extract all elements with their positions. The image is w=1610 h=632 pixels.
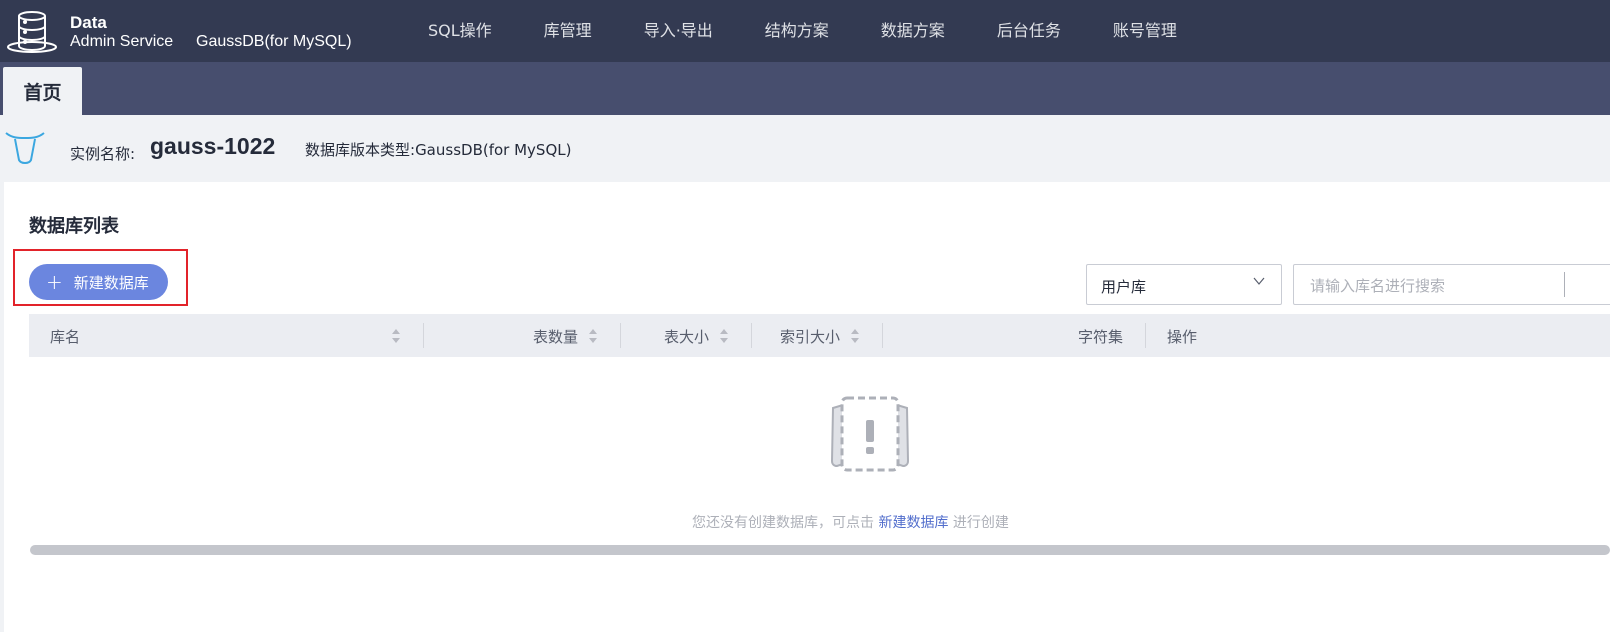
nav-sql-operations[interactable]: SQL操作 xyxy=(428,19,492,43)
new-database-button-label: 新建数据库 xyxy=(73,273,149,292)
empty-text-before: 您还没有创建数据库，可点击 xyxy=(692,515,879,531)
sort-icon[interactable] xyxy=(588,327,598,345)
product-name: GaussDB(for MySQL) xyxy=(196,33,352,50)
nav-import-export[interactable]: 导入·导出 xyxy=(644,19,713,43)
nav-data-solutions[interactable]: 数据方案 xyxy=(881,19,945,43)
table-header: 库名 表数量 表大小 索引大小 字符集 操作 xyxy=(29,314,1610,357)
instance-name: gauss-1022 xyxy=(150,133,276,159)
database-logo-icon xyxy=(7,11,57,53)
new-database-button[interactable]: + 新建数据库 xyxy=(29,264,168,300)
column-divider xyxy=(751,323,752,348)
db-version-value: GaussDB(for MySQL) xyxy=(415,141,572,159)
database-type-selected: 用户库 xyxy=(1101,278,1147,296)
nav-account-management[interactable]: 账号管理 xyxy=(1113,19,1177,43)
instance-name-label: 实例名称: xyxy=(70,145,136,163)
tab-home[interactable]: 首页 xyxy=(3,67,82,115)
column-header-db-name[interactable]: 库名 xyxy=(50,326,80,347)
tab-bar: 首页 xyxy=(0,62,1610,115)
instance-icon xyxy=(5,132,45,164)
instance-info-bar: 实例名称: gauss-1022 数据库版本类型:GaussDB(for MyS… xyxy=(0,115,1610,182)
database-type-select[interactable]: 用户库 xyxy=(1086,264,1282,305)
empty-state-message: 您还没有创建数据库，可点击 新建数据库 进行创建 xyxy=(692,512,1009,532)
column-divider xyxy=(620,323,621,348)
column-divider xyxy=(882,323,883,348)
search-box xyxy=(1293,264,1610,305)
nav-background-tasks[interactable]: 后台任务 xyxy=(997,19,1061,43)
horizontal-scrollbar[interactable] xyxy=(30,545,1610,555)
column-header-actions: 操作 xyxy=(1167,328,1198,346)
empty-new-database-link[interactable]: 新建数据库 xyxy=(878,515,948,531)
plus-icon: + xyxy=(46,270,63,294)
logo-subtitle: Admin Service xyxy=(70,33,174,50)
chevron-down-icon xyxy=(1253,277,1265,285)
search-divider xyxy=(1564,272,1565,297)
column-header-charset: 字符集 xyxy=(1078,328,1124,346)
column-divider xyxy=(1145,323,1146,348)
db-version: 数据库版本类型:GaussDB(for MySQL) xyxy=(305,139,571,160)
sort-icon[interactable] xyxy=(391,327,401,345)
column-header-table-size[interactable]: 表大小 xyxy=(664,326,709,347)
sort-icon[interactable] xyxy=(850,327,860,345)
sort-icon[interactable] xyxy=(719,327,729,345)
column-header-table-count[interactable]: 表数量 xyxy=(533,326,578,347)
nav-schema-solutions[interactable]: 结构方案 xyxy=(765,19,829,43)
column-header-index-size[interactable]: 索引大小 xyxy=(780,326,840,347)
empty-state-icon xyxy=(830,396,910,472)
column-divider xyxy=(423,323,424,348)
section-title: 数据库列表 xyxy=(29,216,119,237)
db-version-label: 数据库版本类型: xyxy=(305,141,416,159)
top-navigation-bar: Data Admin Service GaussDB(for MySQL) SQ… xyxy=(0,0,1610,62)
content-left-border xyxy=(0,182,4,632)
main-nav: SQL操作 库管理 导入·导出 结构方案 数据方案 后台任务 账号管理 xyxy=(428,19,1229,43)
database-search-input[interactable] xyxy=(1308,274,1552,298)
empty-text-after: 进行创建 xyxy=(948,515,1009,531)
logo-title: Data xyxy=(70,13,107,32)
nav-database-management[interactable]: 库管理 xyxy=(544,19,592,43)
